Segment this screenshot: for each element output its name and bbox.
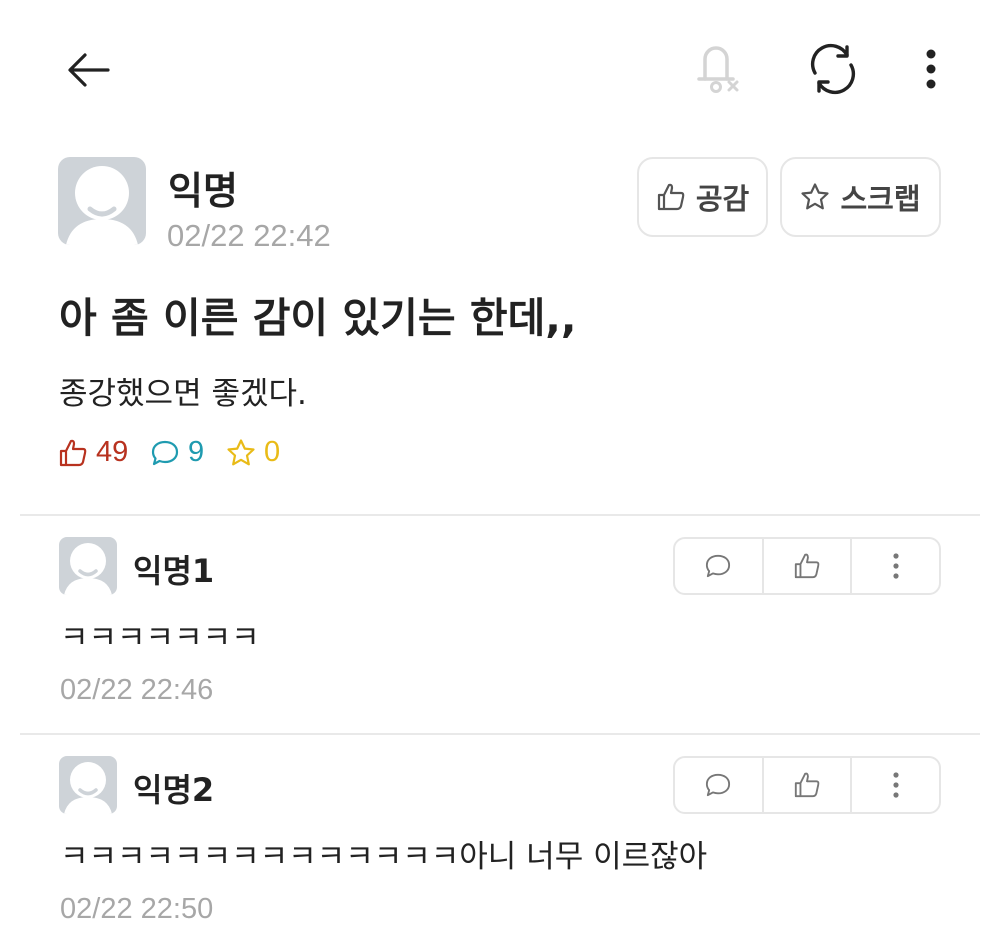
- more-vertical-icon: [893, 772, 899, 798]
- thumbs-up-icon: [794, 553, 820, 579]
- comment-count: 9: [150, 436, 204, 469]
- comment-like-button[interactable]: [761, 758, 851, 812]
- scrap-button-label: 스크랩: [840, 182, 921, 216]
- comment-author: 익명1: [133, 552, 215, 590]
- like-button[interactable]: 공감: [637, 157, 768, 237]
- comment-text: ㅋㅋㅋㅋㅋㅋㅋㅋㅋㅋㅋㅋㅋㅋ아니 너무 이르잖아: [60, 839, 708, 875]
- default-avatar-icon: [64, 762, 112, 814]
- chat-bubble-icon: [706, 554, 731, 578]
- more-menu-button[interactable]: [912, 44, 950, 94]
- comment-text: ㅋㅋㅋㅋㅋㅋㅋ: [60, 620, 260, 656]
- star-icon: [801, 183, 830, 210]
- notification-off-button[interactable]: [688, 38, 746, 98]
- comment-actions: [673, 756, 941, 814]
- comment-avatar: [59, 537, 117, 595]
- avatar: [58, 157, 146, 245]
- comment-count-value: 9: [188, 436, 205, 468]
- comment-avatar: [59, 756, 117, 814]
- thumbs-up-icon: [794, 772, 820, 798]
- post-date: 02/22 22:42: [167, 218, 331, 253]
- more-vertical-icon: [926, 49, 936, 89]
- comment-date: 02/22 22:50: [60, 893, 214, 925]
- comment-like-button[interactable]: [761, 539, 851, 593]
- like-count-value: 49: [96, 436, 129, 468]
- comment-author: 익명2: [133, 771, 215, 809]
- star-icon: [227, 438, 255, 465]
- reply-button[interactable]: [675, 758, 762, 812]
- divider: [20, 514, 980, 516]
- reply-button[interactable]: [675, 539, 762, 593]
- chat-bubble-icon: [151, 440, 179, 465]
- more-vertical-icon: [893, 553, 899, 579]
- scrap-button[interactable]: 스크랩: [780, 157, 941, 237]
- bell-off-icon: [697, 46, 739, 93]
- thumbs-up-icon: [657, 183, 685, 211]
- post-title: 아 좀 이른 감이 있기는 한데,,: [59, 294, 577, 342]
- chat-bubble-icon: [706, 773, 731, 797]
- default-avatar-icon: [66, 166, 138, 245]
- comment-more-button[interactable]: [850, 758, 939, 812]
- comment-more-button[interactable]: [850, 539, 939, 593]
- thumbs-up-icon: [59, 439, 87, 466]
- comment-date: 02/22 22:46: [60, 674, 214, 706]
- refresh-icon: [810, 43, 856, 95]
- back-arrow-icon: [68, 53, 110, 87]
- back-button[interactable]: [58, 42, 118, 98]
- post-author: 익명: [168, 169, 238, 213]
- scrap-count-value: 0: [264, 436, 281, 468]
- post-body: 종강했으면 좋겠다.: [59, 376, 307, 412]
- divider: [20, 733, 980, 735]
- comment-actions: [673, 537, 941, 595]
- like-count: 49: [58, 436, 128, 469]
- default-avatar-icon: [64, 543, 112, 595]
- like-button-label: 공감: [695, 182, 750, 216]
- refresh-button[interactable]: [804, 40, 862, 98]
- scrap-count: 0: [226, 436, 280, 469]
